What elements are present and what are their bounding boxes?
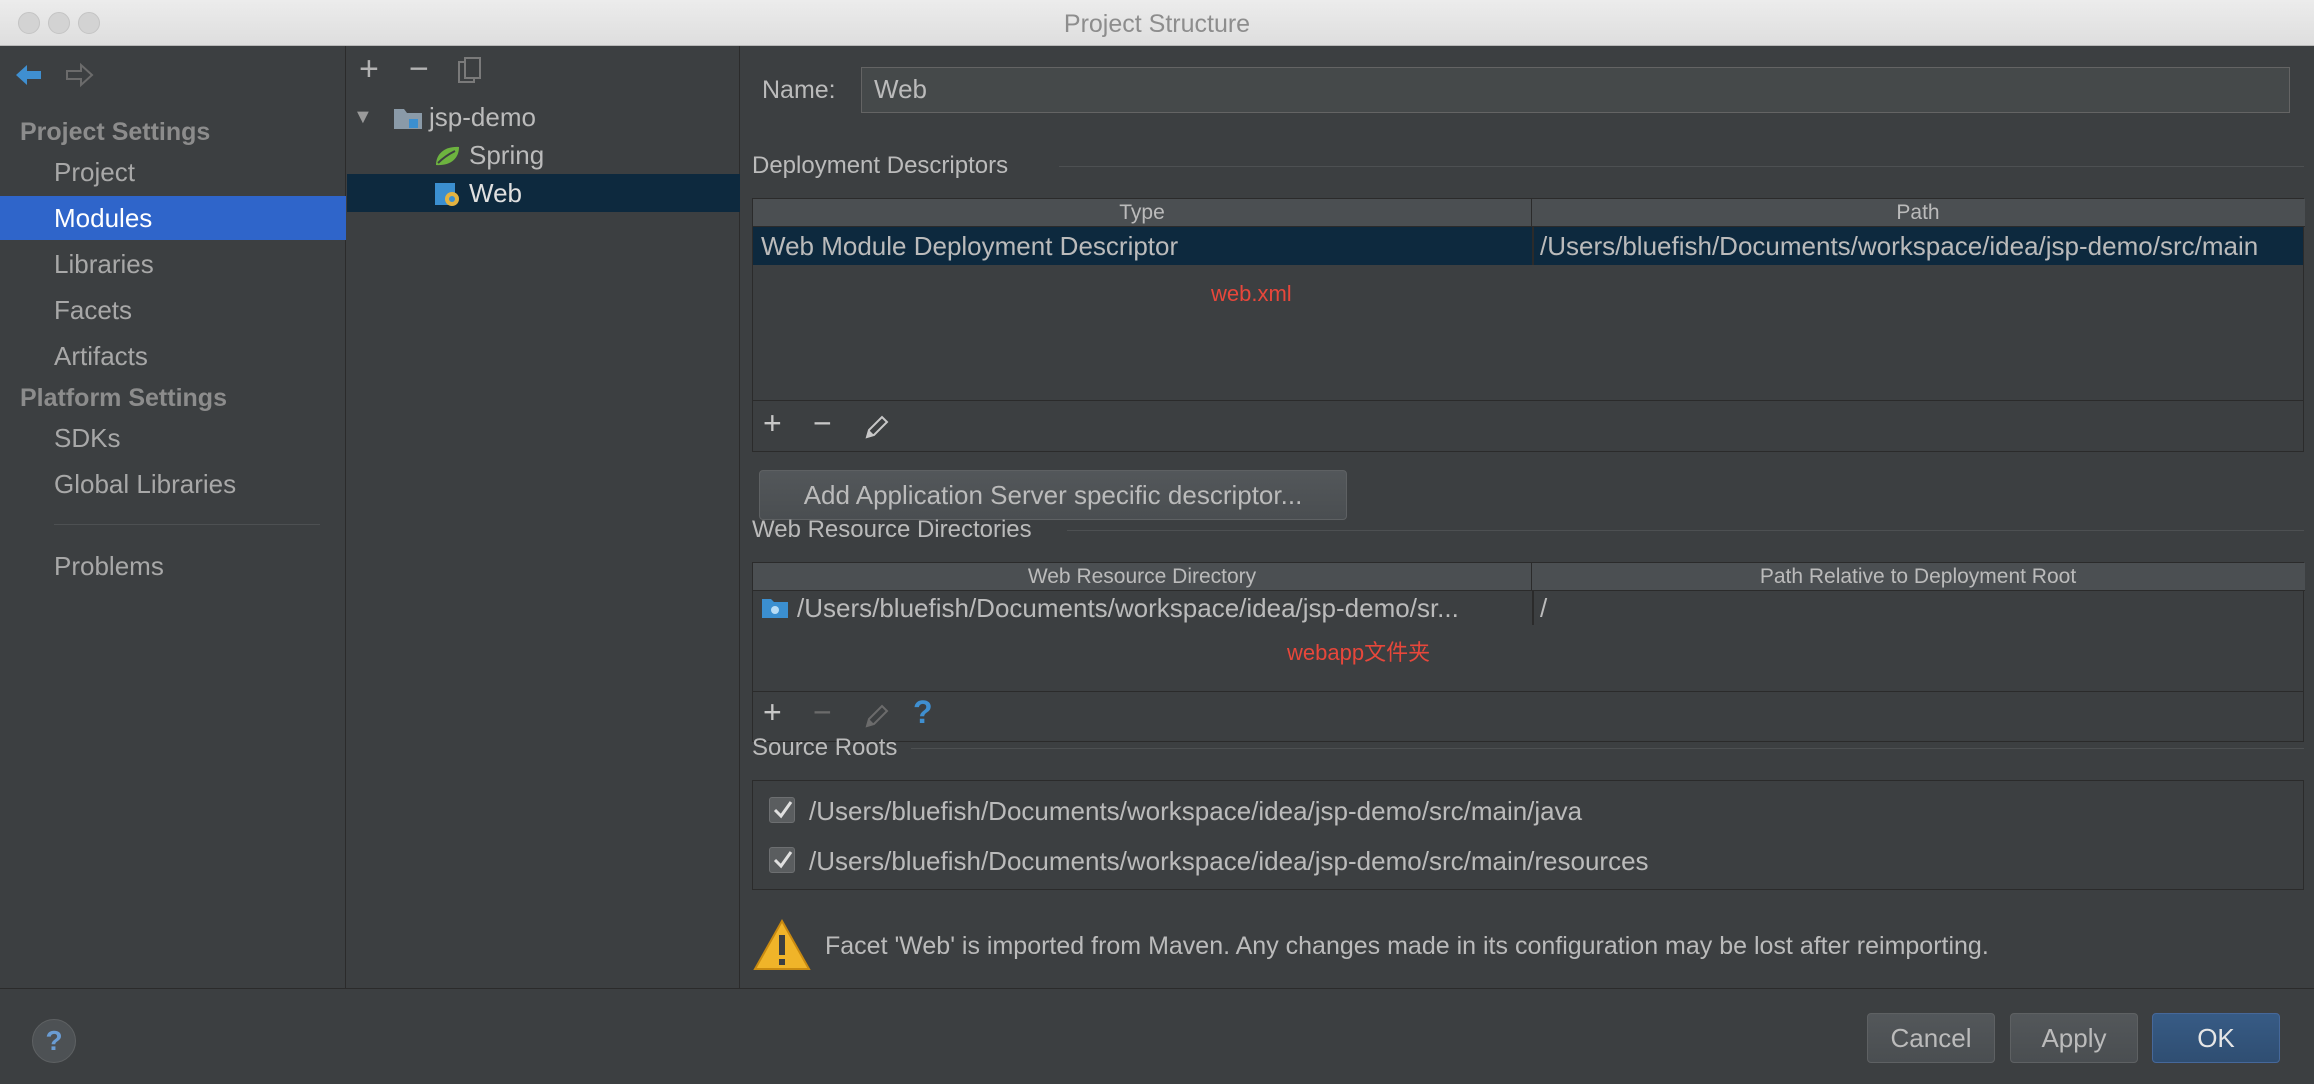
settings-sidebar: Project Settings Project Modules Librari… [0, 46, 346, 988]
web-resource-directories-table: Web Resource Directory Path Relative to … [752, 562, 2305, 742]
source-root-path: /Users/bluefish/Documents/workspace/idea… [809, 846, 1649, 876]
dialog-footer: ? Cancel Apply OK [0, 988, 2314, 1084]
column-header-web-resource-directory[interactable]: Web Resource Directory [753, 563, 1532, 591]
column-header-path[interactable]: Path [1532, 199, 2304, 227]
descriptor-path-cell: /Users/bluefish/Documents/workspace/idea… [1540, 231, 2259, 261]
help-question-icon[interactable]: ? [913, 694, 933, 731]
table-row[interactable]: Web Module Deployment Descriptor /Users/… [753, 227, 2303, 265]
nav-item-artifacts[interactable]: Artifacts [0, 334, 346, 378]
cell-divider [1532, 591, 1534, 625]
nav-item-problems[interactable]: Problems [0, 544, 346, 588]
annotation-webapp: webapp文件夹 [1287, 640, 1431, 665]
descriptor-type-cell: Web Module Deployment Descriptor [761, 231, 1179, 261]
help-button[interactable]: ? [32, 1019, 76, 1063]
spring-leaf-icon [436, 146, 459, 166]
nav-item-project[interactable]: Project [0, 150, 346, 194]
cancel-button[interactable]: Cancel [1867, 1013, 1995, 1063]
name-label: Name: [762, 76, 836, 104]
table-header: Type Path [753, 199, 2305, 227]
name-field[interactable]: Web [861, 67, 2290, 113]
tree-node-label: Spring [469, 140, 545, 170]
module-folder-icon [394, 109, 422, 129]
web-resource-directories-title: Web Resource Directories [752, 516, 1032, 543]
tree-node-web[interactable]: Web [347, 174, 740, 212]
add-descriptor-button[interactable]: + [763, 405, 782, 442]
deployment-descriptors-title: Deployment Descriptors [752, 152, 1009, 179]
add-app-server-descriptor-button[interactable]: Add Application Server specific descript… [759, 470, 1347, 520]
nav-item-modules[interactable]: Modules [0, 196, 346, 240]
copy-icon[interactable] [457, 56, 483, 86]
section-divider [911, 748, 2304, 749]
tree-node-label: Web [469, 178, 522, 208]
add-web-resource-button[interactable]: + [763, 694, 782, 731]
relative-path-cell: / [1540, 593, 1548, 623]
source-roots-title: Source Roots [752, 734, 898, 761]
source-root-path: /Users/bluefish/Documents/workspace/idea… [809, 796, 1583, 826]
source-root-item[interactable]: /Users/bluefish/Documents/workspace/idea… [769, 793, 2269, 829]
source-root-checkbox[interactable] [769, 797, 795, 823]
web-folder-icon [762, 599, 788, 618]
column-header-type[interactable]: Type [753, 199, 1532, 227]
nav-item-global-libraries[interactable]: Global Libraries [0, 462, 346, 506]
ok-button[interactable]: OK [2152, 1013, 2280, 1063]
table-row[interactable]: /Users/bluefish/Documents/workspace/idea… [753, 591, 2303, 625]
module-tree-panel: + − ▼ jsp-demo Spring Web [347, 46, 740, 988]
descriptor-toolbar: + − [753, 400, 2303, 452]
maven-import-warning: Facet 'Web' is imported from Maven. Any … [825, 932, 1989, 960]
deployment-descriptors-table: Type Path Web Module Deployment Descript… [752, 198, 2305, 452]
nav-item-facets[interactable]: Facets [0, 288, 346, 332]
table-header: Web Resource Directory Path Relative to … [753, 563, 2305, 591]
platform-settings-heading: Platform Settings [20, 384, 227, 412]
cell-divider [1532, 227, 1534, 265]
source-root-checkbox[interactable] [769, 847, 795, 873]
tree-node-label: jsp-demo [429, 102, 536, 132]
column-header-path-relative[interactable]: Path Relative to Deployment Root [1532, 563, 2304, 591]
project-structure-dialog: Project Structure Project Settings Proje… [0, 0, 2314, 1084]
project-settings-heading: Project Settings [20, 118, 211, 146]
remove-module-button[interactable]: − [409, 50, 429, 89]
web-resource-toolbar: + − ? [753, 691, 2303, 741]
remove-descriptor-button[interactable]: − [813, 405, 832, 442]
edit-pencil-icon[interactable] [863, 702, 889, 730]
tree-node-spring[interactable]: Spring [347, 136, 740, 174]
add-module-button[interactable]: + [359, 50, 379, 89]
section-divider [1067, 530, 2304, 531]
web-facet-icon [435, 183, 459, 206]
web-facet-settings: Name: Web Deployment Descriptors Type Pa… [741, 46, 2314, 988]
window-title: Project Structure [1063, 10, 1251, 38]
web-resource-directory-cell: /Users/bluefish/Documents/workspace/idea… [797, 593, 1459, 623]
back-arrow-icon[interactable] [14, 62, 44, 88]
nav-divider [54, 524, 320, 525]
forward-arrow-icon[interactable] [64, 62, 94, 88]
source-root-item[interactable]: /Users/bluefish/Documents/workspace/idea… [769, 843, 2269, 879]
tree-node-jsp-demo[interactable]: ▼ jsp-demo [347, 98, 740, 136]
nav-item-sdks[interactable]: SDKs [0, 416, 346, 460]
nav-item-libraries[interactable]: Libraries [0, 242, 346, 286]
section-divider [1059, 166, 2304, 167]
apply-button[interactable]: Apply [2010, 1013, 2138, 1063]
source-roots-list: /Users/bluefish/Documents/workspace/idea… [752, 780, 2304, 890]
annotation-web-xml: web.xml [1211, 281, 1292, 306]
edit-pencil-icon[interactable] [863, 413, 889, 441]
expand-triangle-icon[interactable]: ▼ [353, 98, 373, 136]
warning-icon [753, 918, 811, 970]
remove-web-resource-button[interactable]: − [813, 694, 832, 731]
title-bar: Project Structure [0, 0, 2314, 46]
